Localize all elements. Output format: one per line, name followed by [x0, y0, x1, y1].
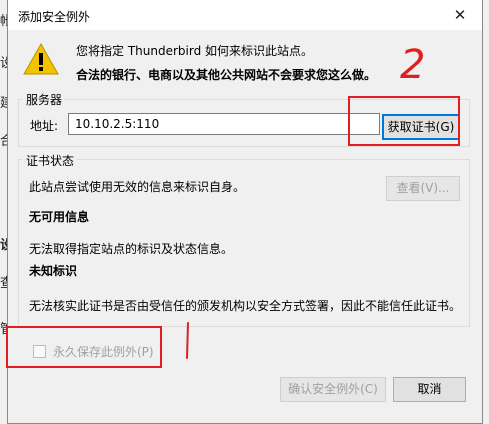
warning-message-bold: 合法的银行、电商以及其他公共网站不会要求您这么做。 [76, 68, 377, 82]
get-certificate-button[interactable]: 获取证书(G) [382, 114, 460, 140]
no-info-text: 无法取得指定站点的标识及状态信息。 [29, 242, 234, 256]
confirm-exception-button[interactable]: 确认安全例外(C) [280, 377, 386, 402]
unknown-identity-text: 无法核实此证书是否由受信任的颁发机构以安全方式签署，因此不能信任此证书。 [29, 299, 462, 313]
unknown-identity-heading: 未知标识 [29, 264, 78, 278]
permanent-exception-label: 永久保存此例外(P) [53, 345, 154, 359]
dialog-title: 添加安全例外 [18, 10, 91, 24]
close-icon: ✕ [453, 6, 467, 24]
no-info-heading: 无可用信息 [29, 210, 90, 224]
address-input[interactable]: 10.10.2.5:110 [68, 113, 380, 135]
warning-icon [23, 42, 59, 75]
server-group-label: 服务器 [23, 91, 66, 108]
close-button[interactable]: ✕ [438, 0, 482, 30]
address-label: 地址: [30, 119, 59, 133]
warning-message: 您将指定 Thunderbird 如何来标识此站点。 [76, 44, 314, 58]
title-bar: 添加安全例外 ✕ [8, 0, 482, 30]
add-security-exception-dialog: 添加安全例外 ✕ 您将指定 Thunderbird 如何来标识此站点。 合法的银… [7, 0, 483, 424]
permanent-exception-checkbox[interactable] [33, 345, 46, 358]
certificate-status-label: 证书状态 [23, 152, 78, 169]
view-certificate-button[interactable]: 查看(V)... [386, 176, 460, 201]
certificate-status-text: 此站点尝试使用无效的信息来标识自身。 [29, 180, 246, 194]
cancel-button[interactable]: 取消 [393, 377, 466, 402]
